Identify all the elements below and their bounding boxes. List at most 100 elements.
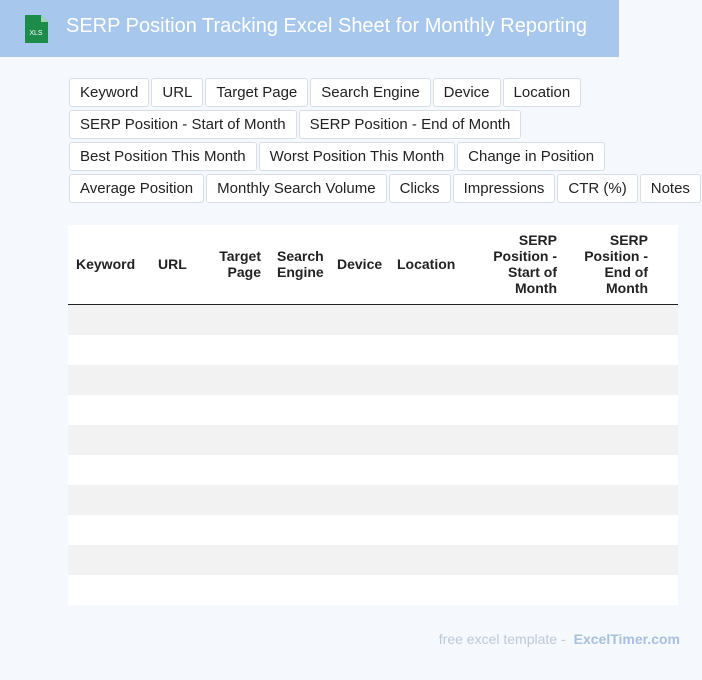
table-cell[interactable] <box>198 544 269 575</box>
table-cell[interactable] <box>68 454 150 485</box>
tracking-table[interactable]: Keyword URL Target Page Search Engine Device… <box>68 225 678 605</box>
table-cell[interactable] <box>389 364 474 395</box>
table-cell[interactable] <box>656 304 678 335</box>
table-cell[interactable] <box>329 364 389 395</box>
table-cell[interactable] <box>150 334 198 365</box>
table-cell[interactable] <box>150 454 198 485</box>
table-cell[interactable] <box>329 334 389 365</box>
table-cell[interactable] <box>389 394 474 425</box>
column-chip[interactable]: Clicks <box>388 174 451 203</box>
column-header[interactable]: Target Page <box>198 225 269 305</box>
column-header[interactable]: SERP Position - End of Month <box>565 225 656 305</box>
table-cell[interactable] <box>269 484 329 515</box>
table-cell[interactable] <box>269 394 329 425</box>
table-cell[interactable] <box>269 304 329 335</box>
table-cell[interactable] <box>389 334 474 365</box>
column-header[interactable]: Keyword <box>68 225 150 305</box>
column-chip[interactable]: Location <box>502 78 582 107</box>
column-header[interactable]: SERP Position - Start of Month <box>474 225 565 305</box>
table-cell[interactable] <box>68 334 150 365</box>
table-cell[interactable] <box>150 514 198 545</box>
column-chip[interactable]: Device <box>432 78 501 107</box>
table-cell[interactable] <box>656 544 678 575</box>
table-cell[interactable] <box>269 514 329 545</box>
table-cell[interactable] <box>198 484 269 515</box>
table-cell[interactable] <box>474 574 565 605</box>
table-cell[interactable] <box>474 514 565 545</box>
table-row[interactable] <box>68 424 678 455</box>
column-header[interactable]: Position M <box>656 225 678 305</box>
table-cell[interactable] <box>150 544 198 575</box>
table-cell[interactable] <box>656 574 678 605</box>
column-header[interactable]: Device <box>329 225 389 305</box>
table-cell[interactable] <box>198 304 269 335</box>
table-cell[interactable] <box>269 334 329 365</box>
table-row[interactable] <box>68 484 678 515</box>
table-cell[interactable] <box>389 454 474 485</box>
table-cell[interactable] <box>150 394 198 425</box>
table-cell[interactable] <box>198 364 269 395</box>
column-chip[interactable]: Impressions <box>452 174 556 203</box>
table-cell[interactable] <box>329 574 389 605</box>
table-cell[interactable] <box>389 514 474 545</box>
table-row[interactable] <box>68 364 678 395</box>
table-cell[interactable] <box>329 544 389 575</box>
table-cell[interactable] <box>474 424 565 455</box>
table-cell[interactable] <box>198 424 269 455</box>
table-cell[interactable] <box>565 484 656 515</box>
table-cell[interactable] <box>269 454 329 485</box>
table-cell[interactable] <box>198 574 269 605</box>
table-row[interactable] <box>68 394 678 425</box>
table-row[interactable] <box>68 334 678 365</box>
table-cell[interactable] <box>269 364 329 395</box>
table-cell[interactable] <box>565 304 656 335</box>
table-cell[interactable] <box>198 514 269 545</box>
table-cell[interactable] <box>150 364 198 395</box>
table-cell[interactable] <box>329 394 389 425</box>
table-cell[interactable] <box>389 544 474 575</box>
table-cell[interactable] <box>389 424 474 455</box>
table-cell[interactable] <box>68 514 150 545</box>
column-chip[interactable]: Best Position This Month <box>69 142 257 171</box>
table-cell[interactable] <box>150 484 198 515</box>
table-cell[interactable] <box>474 364 565 395</box>
table-cell[interactable] <box>68 484 150 515</box>
column-chip[interactable]: SERP Position - Start of Month <box>69 110 297 139</box>
table-cell[interactable] <box>329 424 389 455</box>
table-cell[interactable] <box>389 574 474 605</box>
table-cell[interactable] <box>389 304 474 335</box>
column-chip[interactable]: Worst Position This Month <box>258 142 456 171</box>
table-cell[interactable] <box>68 574 150 605</box>
column-chip[interactable]: URL <box>151 78 204 107</box>
table-cell[interactable] <box>389 484 474 515</box>
column-chip[interactable]: CTR (%) <box>557 174 638 203</box>
table-cell[interactable] <box>68 304 150 335</box>
table-cell[interactable] <box>565 334 656 365</box>
table-cell[interactable] <box>474 304 565 335</box>
table-cell[interactable] <box>656 454 678 485</box>
column-chip[interactable]: SERP Position - End of Month <box>298 110 522 139</box>
column-header[interactable]: URL <box>150 225 198 305</box>
table-cell[interactable] <box>565 454 656 485</box>
table-cell[interactable] <box>565 574 656 605</box>
table-row[interactable] <box>68 574 678 605</box>
table-cell[interactable] <box>68 364 150 395</box>
table-cell[interactable] <box>329 484 389 515</box>
table-cell[interactable] <box>656 394 678 425</box>
table-cell[interactable] <box>329 514 389 545</box>
table-cell[interactable] <box>474 484 565 515</box>
table-row[interactable] <box>68 544 678 575</box>
table-cell[interactable] <box>150 304 198 335</box>
table-cell[interactable] <box>565 394 656 425</box>
column-chip[interactable]: Target Page <box>205 78 309 107</box>
table-row[interactable] <box>68 304 678 335</box>
table-cell[interactable] <box>565 514 656 545</box>
table-cell[interactable] <box>198 394 269 425</box>
table-cell[interactable] <box>565 364 656 395</box>
column-chip[interactable]: Keyword <box>69 78 150 107</box>
table-cell[interactable] <box>68 424 150 455</box>
footer-brand-link[interactable]: ExcelTimer.com <box>574 631 680 647</box>
table-cell[interactable] <box>198 454 269 485</box>
column-chip[interactable]: Monthly Search Volume <box>206 174 387 203</box>
table-body[interactable] <box>68 304 678 605</box>
